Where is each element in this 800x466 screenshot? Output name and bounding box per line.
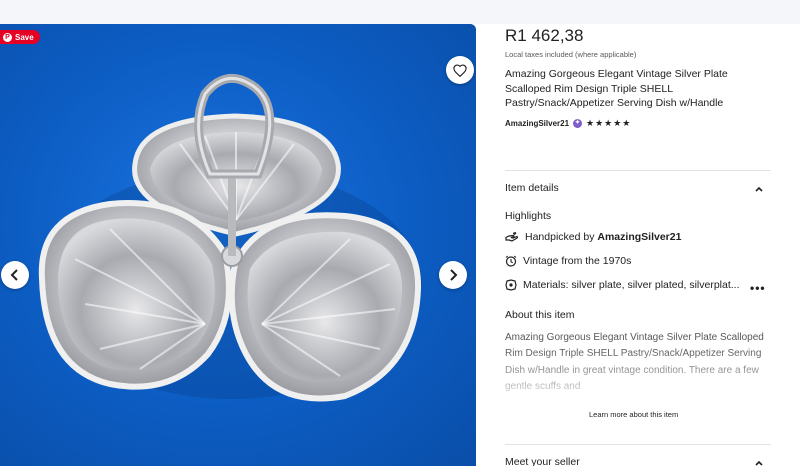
- product-image: [38, 73, 422, 402]
- divider: [505, 444, 771, 445]
- favorite-button[interactable]: [446, 56, 474, 84]
- pinterest-icon: P: [3, 32, 12, 42]
- taxes-note: Local taxes included (where applicable): [505, 50, 637, 59]
- meet-seller-toggle[interactable]: Meet your seller: [505, 456, 580, 466]
- chevron-left-icon: [10, 269, 20, 281]
- chevron-up-icon[interactable]: [754, 184, 764, 194]
- highlight-handpicked: Handpicked by AmazingSilver21: [505, 231, 681, 243]
- save-label: Save: [15, 32, 34, 42]
- top-strip: [0, 0, 800, 24]
- about-heading: About this item: [505, 309, 575, 321]
- next-image-button[interactable]: [439, 261, 467, 289]
- highlight-vintage: Vintage from the 1970s: [505, 255, 631, 267]
- materials-text: Materials: silver plate, silver plated, …: [523, 279, 740, 291]
- hand-icon: [505, 231, 519, 243]
- listing-page: P Save R1 462,38 Local taxes included (w…: [0, 0, 800, 466]
- materials-icon: [505, 279, 517, 291]
- handpicked-prefix: Handpicked by: [525, 231, 598, 243]
- pinterest-save-button[interactable]: P Save: [0, 30, 40, 44]
- clock-icon: [505, 255, 517, 267]
- handpicked-shop-link[interactable]: AmazingSilver21: [597, 231, 681, 243]
- price: R1 462,38: [505, 26, 584, 45]
- image-gallery[interactable]: P Save: [0, 24, 476, 466]
- star-seller-badge-icon: ✦: [573, 119, 583, 128]
- chevron-right-icon: [448, 269, 458, 281]
- highlight-materials: Materials: silver plate, silver plated, …: [505, 279, 740, 291]
- rating-stars[interactable]: ★★★★★: [586, 118, 631, 129]
- heart-icon: [453, 63, 467, 77]
- vintage-text: Vintage from the 1970s: [523, 255, 632, 267]
- shop-row: AmazingSilver21 ✦ ★★★★★: [505, 118, 631, 129]
- more-options-button[interactable]: •••: [750, 281, 766, 295]
- highlights-heading: Highlights: [505, 210, 552, 222]
- item-details-toggle[interactable]: Item details: [505, 182, 559, 194]
- shop-name-link[interactable]: AmazingSilver21: [505, 119, 569, 128]
- description-fade: [505, 348, 767, 404]
- listing-info-panel: R1 462,38 Local taxes included (where ap…: [476, 24, 800, 466]
- previous-image-button[interactable]: [1, 261, 29, 289]
- listing-title: Amazing Gorgeous Elegant Vintage Silver …: [505, 68, 728, 109]
- learn-more-link[interactable]: Learn more about this item: [589, 410, 678, 419]
- chevron-up-icon[interactable]: [754, 458, 764, 466]
- divider: [505, 170, 771, 171]
